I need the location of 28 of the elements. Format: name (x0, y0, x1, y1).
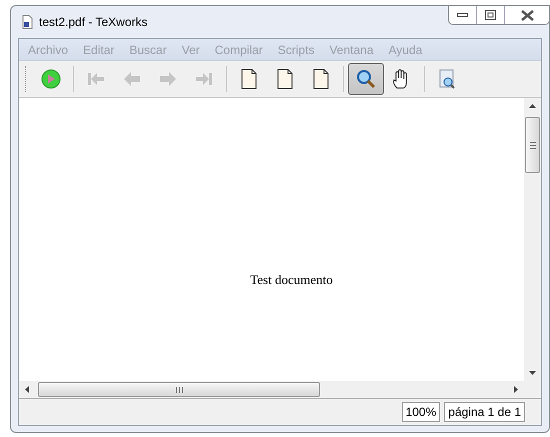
window-title: test2.pdf - TeXworks (39, 14, 148, 31)
menu-item[interactable]: Ver (174, 40, 207, 58)
play-icon (40, 68, 62, 90)
scroll-thumb[interactable] (525, 117, 540, 173)
menu-item[interactable]: Ayuda (382, 40, 430, 58)
menu-item[interactable]: Buscar (122, 40, 174, 58)
magnifier-icon (355, 68, 377, 90)
scroll-up-icon[interactable] (529, 104, 536, 108)
menu-item[interactable]: Scripts (270, 40, 322, 58)
menu-item[interactable]: Editar (76, 40, 122, 58)
grip-icon (176, 386, 182, 392)
maximize-icon (485, 10, 496, 20)
page-indicator: página 1 de 1 (444, 402, 525, 422)
vertical-scrollbar[interactable] (524, 98, 541, 381)
grip-icon (530, 142, 536, 148)
scroll-left-icon[interactable] (25, 386, 29, 393)
horizontal-scrollbar[interactable] (19, 381, 524, 398)
document-text: Test documento (250, 270, 333, 289)
scroll-right-icon[interactable] (514, 386, 518, 393)
menu-item[interactable]: Compilar (208, 40, 270, 58)
menu-item[interactable]: Ventana (322, 40, 380, 58)
close-icon (520, 10, 534, 20)
menu-item[interactable]: Archivo (21, 40, 76, 58)
scroll-down-icon[interactable] (529, 371, 536, 375)
zoom-level: 100% (402, 402, 440, 422)
minimize-icon (457, 13, 468, 17)
scroll-thumb[interactable] (38, 382, 320, 397)
document-icon (22, 15, 33, 29)
